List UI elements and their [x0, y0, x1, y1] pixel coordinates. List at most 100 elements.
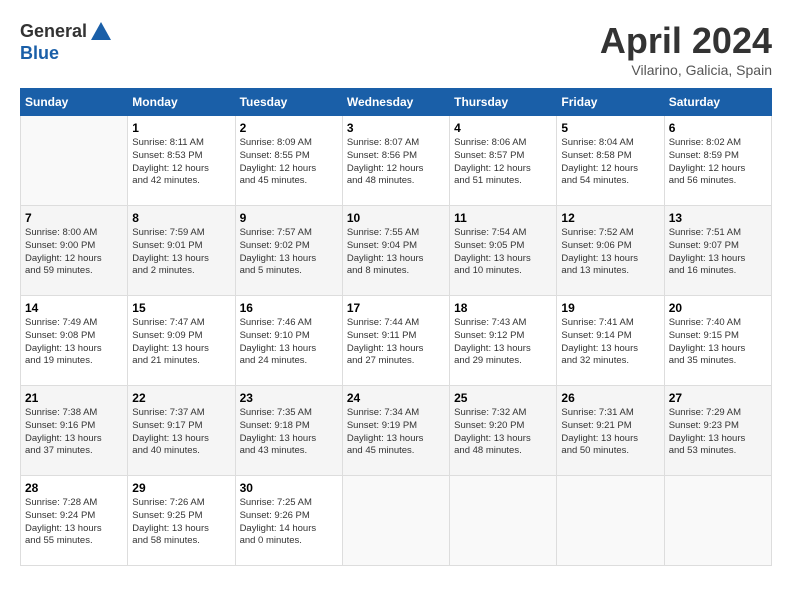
calendar-cell: 25 Sunrise: 7:32 AM Sunset: 9:20 PM Dayli…: [450, 386, 557, 476]
day-number: 7: [25, 211, 123, 225]
week-row-3: 14 Sunrise: 7:49 AM Sunset: 9:08 PM Dayli…: [21, 296, 772, 386]
day-number: 2: [240, 121, 338, 135]
calendar-cell: 15Sunrise: 7:47 AM Sunset: 9:09 PM Dayli…: [128, 296, 235, 386]
calendar-cell: [557, 476, 664, 566]
logo: General Blue: [20, 20, 113, 64]
calendar-cell: 4 Sunrise: 8:06 AM Sunset: 8:57 PM Daylig…: [450, 116, 557, 206]
cell-info: Sunrise: 7:38 AM Sunset: 9:16 PM Dayligh…: [25, 407, 123, 458]
day-number: 27: [669, 391, 767, 405]
cell-info: Sunrise: 7:52 AM Sunset: 9:06 PM Dayligh…: [561, 227, 659, 278]
day-number: 18: [454, 301, 552, 315]
calendar-cell: 29Sunrise: 7:26 AM Sunset: 9:25 PM Dayli…: [128, 476, 235, 566]
col-sunday: Sunday: [21, 89, 128, 116]
day-number: 19: [561, 301, 659, 315]
day-number: 28: [25, 481, 123, 495]
month-title: April 2024: [600, 20, 772, 62]
cell-info: Sunrise: 7:29 AM Sunset: 9:23 PM Dayligh…: [669, 407, 767, 458]
cell-info: Sunrise: 7:54 AM Sunset: 9:05 PM Dayligh…: [454, 227, 552, 278]
day-number: 25: [454, 391, 552, 405]
cell-info: Sunrise: 8:02 AM Sunset: 8:59 PM Dayligh…: [669, 137, 767, 188]
calendar-cell: 13 Sunrise: 7:51 AM Sunset: 9:07 PM Dayli…: [664, 206, 771, 296]
calendar-cell: 18 Sunrise: 7:43 AM Sunset: 9:12 PM Dayli…: [450, 296, 557, 386]
day-number: 11: [454, 211, 552, 225]
day-number: 12: [561, 211, 659, 225]
cell-info: Sunrise: 7:25 AM Sunset: 9:26 PM Dayligh…: [240, 497, 338, 548]
logo-icon: [89, 20, 113, 44]
day-number: 1: [132, 121, 230, 135]
day-number: 30: [240, 481, 338, 495]
calendar-cell: 10Sunrise: 7:55 AM Sunset: 9:04 PM Dayli…: [342, 206, 449, 296]
calendar-cell: 14 Sunrise: 7:49 AM Sunset: 9:08 PM Dayli…: [21, 296, 128, 386]
day-number: 6: [669, 121, 767, 135]
location: Vilarino, Galicia, Spain: [600, 62, 772, 78]
week-row-4: 21Sunrise: 7:38 AM Sunset: 9:16 PM Dayli…: [21, 386, 772, 476]
cell-info: Sunrise: 7:57 AM Sunset: 9:02 PM Dayligh…: [240, 227, 338, 278]
logo-blue-text: Blue: [20, 44, 113, 64]
cell-info: Sunrise: 7:35 AM Sunset: 9:18 PM Dayligh…: [240, 407, 338, 458]
calendar-cell: 6 Sunrise: 8:02 AM Sunset: 8:59 PM Daylig…: [664, 116, 771, 206]
calendar-cell: 17 Sunrise: 7:44 AM Sunset: 9:11 PM Dayli…: [342, 296, 449, 386]
cell-info: Sunrise: 8:11 AM Sunset: 8:53 PM Dayligh…: [132, 137, 230, 188]
header: General Blue April 2024 Vilarino, Galici…: [20, 20, 772, 78]
calendar-cell: 11 Sunrise: 7:54 AM Sunset: 9:05 PM Dayli…: [450, 206, 557, 296]
cell-info: Sunrise: 7:28 AM Sunset: 9:24 PM Dayligh…: [25, 497, 123, 548]
day-number: 14: [25, 301, 123, 315]
day-number: 23: [240, 391, 338, 405]
cell-info: Sunrise: 7:41 AM Sunset: 9:14 PM Dayligh…: [561, 317, 659, 368]
day-number: 9: [240, 211, 338, 225]
calendar-cell: 30 Sunrise: 7:25 AM Sunset: 9:26 PM Dayli…: [235, 476, 342, 566]
day-number: 5: [561, 121, 659, 135]
calendar-cell: [450, 476, 557, 566]
day-number: 16: [240, 301, 338, 315]
logo-general-text: General: [20, 22, 87, 42]
day-number: 29: [132, 481, 230, 495]
calendar-cell: [21, 116, 128, 206]
calendar-table: Sunday Monday Tuesday Wednesday Thursday…: [20, 88, 772, 566]
calendar-cell: 12 Sunrise: 7:52 AM Sunset: 9:06 PM Dayli…: [557, 206, 664, 296]
calendar-cell: 8Sunrise: 7:59 AM Sunset: 9:01 PM Daylig…: [128, 206, 235, 296]
cell-info: Sunrise: 8:06 AM Sunset: 8:57 PM Dayligh…: [454, 137, 552, 188]
calendar-body: 1 Sunrise: 8:11 AM Sunset: 8:53 PM Daylig…: [21, 116, 772, 566]
calendar-cell: 23 Sunrise: 7:35 AM Sunset: 9:18 PM Dayli…: [235, 386, 342, 476]
cell-info: Sunrise: 8:00 AM Sunset: 9:00 PM Dayligh…: [25, 227, 123, 278]
calendar-cell: 21Sunrise: 7:38 AM Sunset: 9:16 PM Dayli…: [21, 386, 128, 476]
cell-info: Sunrise: 7:43 AM Sunset: 9:12 PM Dayligh…: [454, 317, 552, 368]
title-area: April 2024 Vilarino, Galicia, Spain: [600, 20, 772, 78]
calendar-cell: [664, 476, 771, 566]
col-monday: Monday: [128, 89, 235, 116]
cell-info: Sunrise: 7:51 AM Sunset: 9:07 PM Dayligh…: [669, 227, 767, 278]
col-wednesday: Wednesday: [342, 89, 449, 116]
calendar-cell: 2 Sunrise: 8:09 AM Sunset: 8:55 PM Daylig…: [235, 116, 342, 206]
day-number: 20: [669, 301, 767, 315]
calendar-header: Sunday Monday Tuesday Wednesday Thursday…: [21, 89, 772, 116]
cell-info: Sunrise: 7:40 AM Sunset: 9:15 PM Dayligh…: [669, 317, 767, 368]
cell-info: Sunrise: 7:49 AM Sunset: 9:08 PM Dayligh…: [25, 317, 123, 368]
col-thursday: Thursday: [450, 89, 557, 116]
calendar-cell: 24 Sunrise: 7:34 AM Sunset: 9:19 PM Dayli…: [342, 386, 449, 476]
week-row-2: 7 Sunrise: 8:00 AM Sunset: 9:00 PM Daylig…: [21, 206, 772, 296]
cell-info: Sunrise: 8:07 AM Sunset: 8:56 PM Dayligh…: [347, 137, 445, 188]
col-saturday: Saturday: [664, 89, 771, 116]
day-number: 13: [669, 211, 767, 225]
cell-info: Sunrise: 7:37 AM Sunset: 9:17 PM Dayligh…: [132, 407, 230, 458]
header-row: Sunday Monday Tuesday Wednesday Thursday…: [21, 89, 772, 116]
cell-info: Sunrise: 7:46 AM Sunset: 9:10 PM Dayligh…: [240, 317, 338, 368]
day-number: 24: [347, 391, 445, 405]
calendar-cell: 9 Sunrise: 7:57 AM Sunset: 9:02 PM Daylig…: [235, 206, 342, 296]
cell-info: Sunrise: 7:32 AM Sunset: 9:20 PM Dayligh…: [454, 407, 552, 458]
cell-info: Sunrise: 8:09 AM Sunset: 8:55 PM Dayligh…: [240, 137, 338, 188]
cell-info: Sunrise: 7:34 AM Sunset: 9:19 PM Dayligh…: [347, 407, 445, 458]
day-number: 4: [454, 121, 552, 135]
calendar-cell: 7 Sunrise: 8:00 AM Sunset: 9:00 PM Daylig…: [21, 206, 128, 296]
cell-info: Sunrise: 7:55 AM Sunset: 9:04 PM Dayligh…: [347, 227, 445, 278]
calendar-cell: 20 Sunrise: 7:40 AM Sunset: 9:15 PM Dayli…: [664, 296, 771, 386]
day-number: 26: [561, 391, 659, 405]
col-friday: Friday: [557, 89, 664, 116]
day-number: 17: [347, 301, 445, 315]
cell-info: Sunrise: 7:44 AM Sunset: 9:11 PM Dayligh…: [347, 317, 445, 368]
calendar-cell: 1 Sunrise: 8:11 AM Sunset: 8:53 PM Daylig…: [128, 116, 235, 206]
day-number: 15: [132, 301, 230, 315]
calendar-cell: 27 Sunrise: 7:29 AM Sunset: 9:23 PM Dayli…: [664, 386, 771, 476]
day-number: 8: [132, 211, 230, 225]
calendar-cell: 22Sunrise: 7:37 AM Sunset: 9:17 PM Dayli…: [128, 386, 235, 476]
